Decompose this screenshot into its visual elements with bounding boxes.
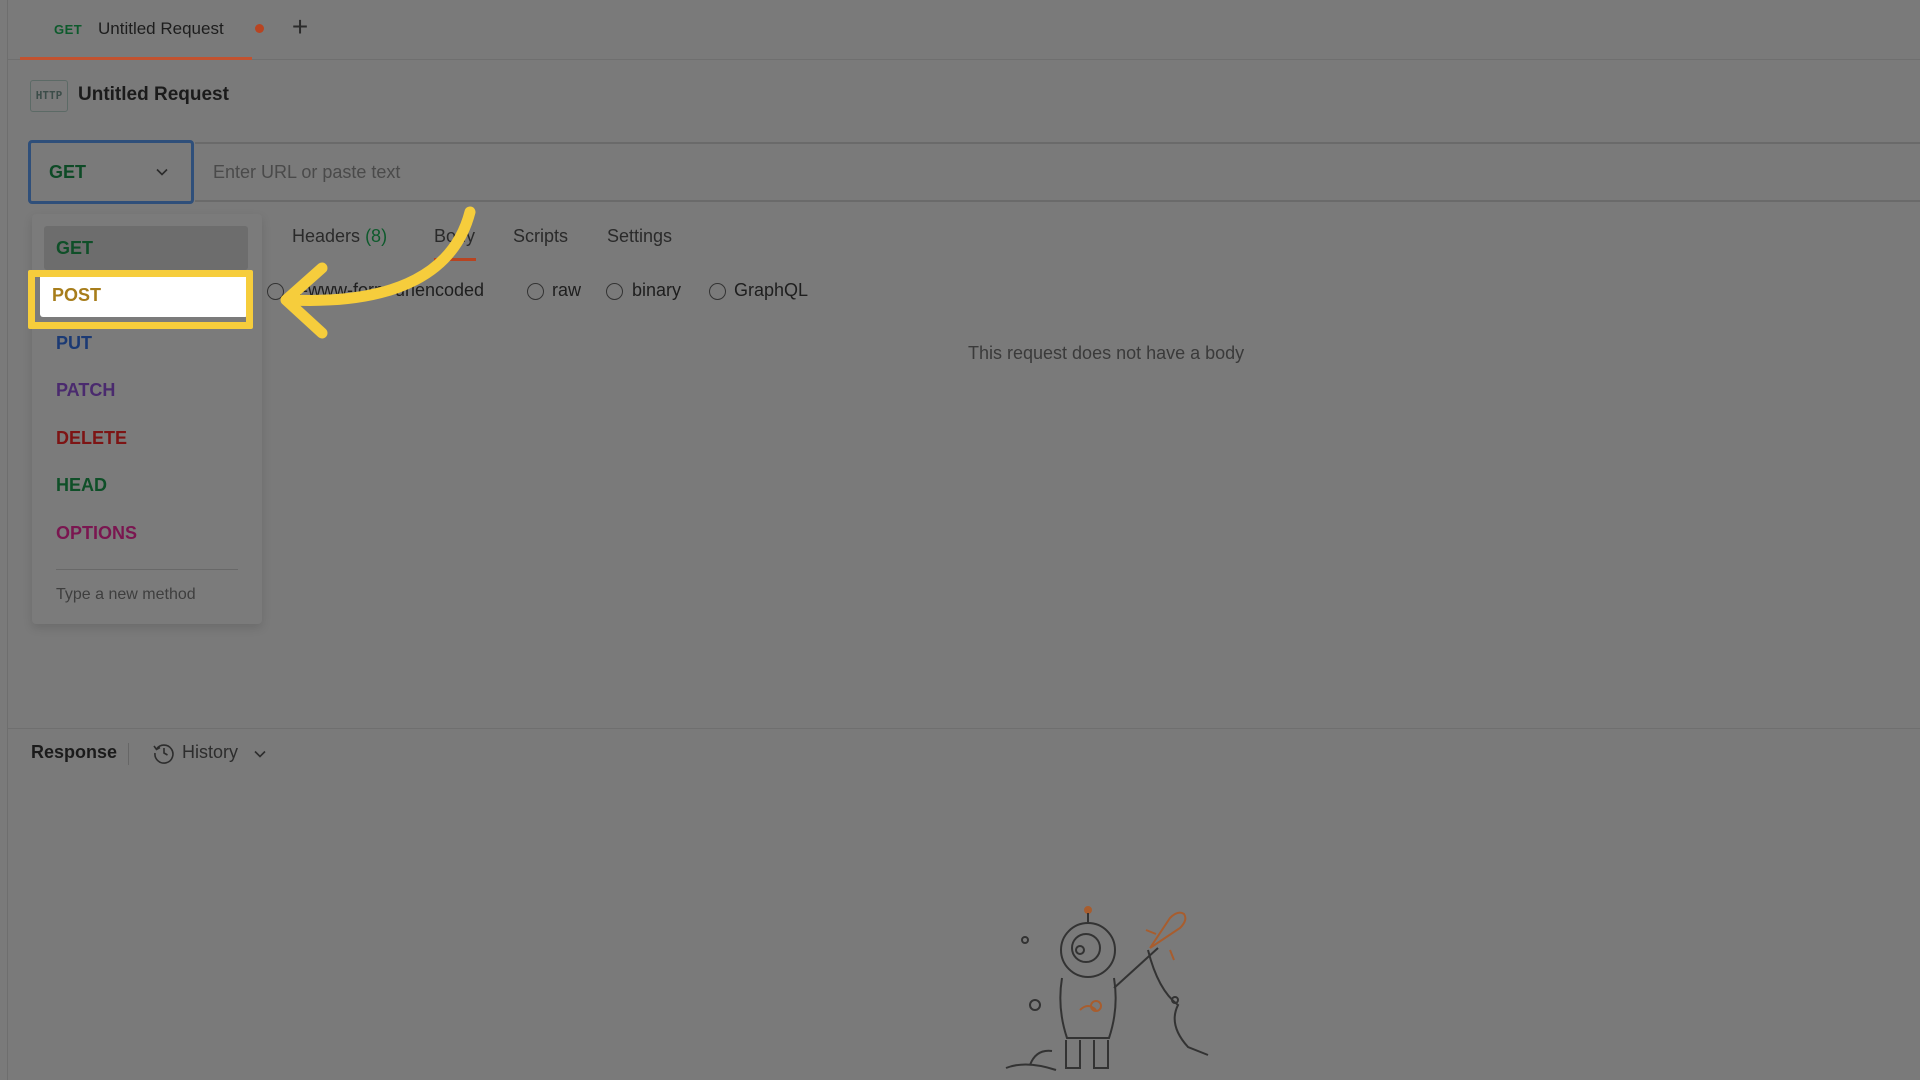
- radio-graphql[interactable]: [709, 283, 726, 300]
- tab-title: Untitled Request: [98, 19, 224, 38]
- curved-arrow-icon: [280, 206, 476, 339]
- history-button[interactable]: History: [182, 742, 238, 763]
- url-placeholder: Enter URL or paste text: [213, 162, 401, 182]
- response-separator: [128, 743, 129, 765]
- method-select[interactable]: GET: [28, 140, 194, 204]
- new-method-input[interactable]: Type a new method: [56, 586, 196, 604]
- chevron-down-icon[interactable]: [253, 747, 267, 761]
- method-option-get[interactable]: GET: [44, 226, 248, 270]
- callout-highlight-box: [28, 270, 253, 329]
- radio-graphql-label: GraphQL: [734, 280, 809, 300]
- method-option-delete[interactable]: DELETE: [44, 416, 248, 460]
- http-file-icon: HTTP: [30, 80, 68, 112]
- chevron-down-icon: [156, 168, 168, 176]
- radio-raw-label: raw: [552, 280, 582, 300]
- unsaved-dot-icon: [255, 24, 264, 33]
- method-select-label: GET: [49, 162, 87, 182]
- astronaut-rocket-illustration: [1005, 906, 1209, 1071]
- dropdown-divider: [56, 569, 238, 570]
- request-title[interactable]: Untitled Request: [78, 84, 229, 106]
- method-option-patch[interactable]: PATCH: [44, 368, 248, 412]
- new-tab-button[interactable]: +: [286, 13, 314, 42]
- method-option-options[interactable]: OPTIONS: [44, 511, 248, 555]
- tab-scripts[interactable]: Scripts: [513, 226, 568, 247]
- radio-binary[interactable]: [606, 283, 623, 300]
- tab-settings[interactable]: Settings: [607, 226, 672, 247]
- url-input[interactable]: Enter URL or paste text: [195, 142, 1920, 202]
- response-label: Response: [31, 742, 118, 762]
- tab-bar: GET Untitled Request +: [8, 0, 1920, 60]
- history-clock-icon[interactable]: [152, 741, 176, 765]
- empty-body-message: This request does not have a body: [968, 343, 1245, 363]
- response-divider: [8, 728, 1920, 729]
- radio-raw[interactable]: [527, 283, 544, 300]
- radio-binary-label: binary: [632, 280, 682, 300]
- method-option-head[interactable]: HEAD: [44, 463, 248, 507]
- tab-untitled-request[interactable]: GET Untitled Request: [20, 0, 264, 60]
- left-rail: [0, 0, 8, 1080]
- tab-method-label: GET: [54, 22, 83, 37]
